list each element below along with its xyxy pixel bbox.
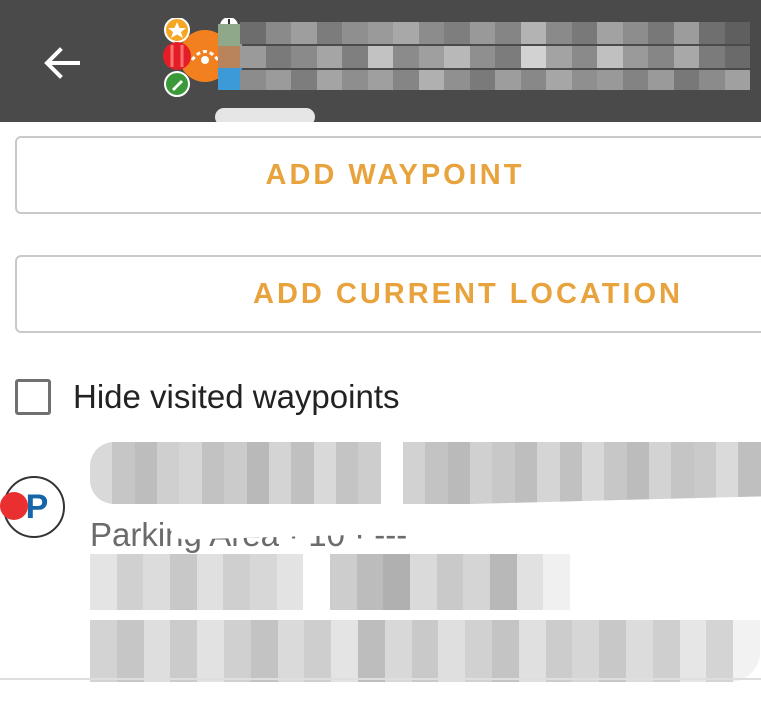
- arrow-left-icon: [44, 47, 80, 79]
- hide-visited-checkbox[interactable]: [15, 379, 51, 415]
- cache-subtitle-redacted: [240, 46, 750, 68]
- app-bar: [0, 0, 761, 122]
- parking-glyph: P: [25, 487, 49, 526]
- waypoint-note-redacted: [90, 620, 760, 682]
- hide-visited-row[interactable]: Hide visited waypoints: [15, 372, 400, 422]
- cache-type-icon: [163, 18, 242, 97]
- waypoint-title-redacted: [90, 442, 761, 504]
- add-current-location-button[interactable]: ADD CURRENT LOCATION: [15, 255, 761, 333]
- waypoint-coords-redacted: [90, 554, 571, 610]
- add-current-location-label: ADD CURRENT LOCATION: [253, 277, 683, 310]
- waypoints-tab: ADD WAYPOINT ADD CURRENT LOCATION Hide v…: [0, 122, 761, 712]
- red-marker-icon: [163, 42, 191, 70]
- add-waypoint-label: ADD WAYPOINT: [265, 158, 525, 191]
- list-divider: [0, 678, 761, 680]
- back-button[interactable]: [30, 31, 94, 95]
- cache-meta-redacted: [240, 70, 750, 90]
- hide-visited-label: Hide visited waypoints: [73, 378, 400, 415]
- waypoint-list-item[interactable]: P Parking Area · 10 · ---: [0, 442, 761, 682]
- red-marker-icon: [0, 492, 28, 520]
- add-waypoint-button[interactable]: ADD WAYPOINT: [15, 136, 761, 214]
- cache-title-redacted: [240, 22, 750, 44]
- appbar-redaction-smudge: [215, 108, 315, 122]
